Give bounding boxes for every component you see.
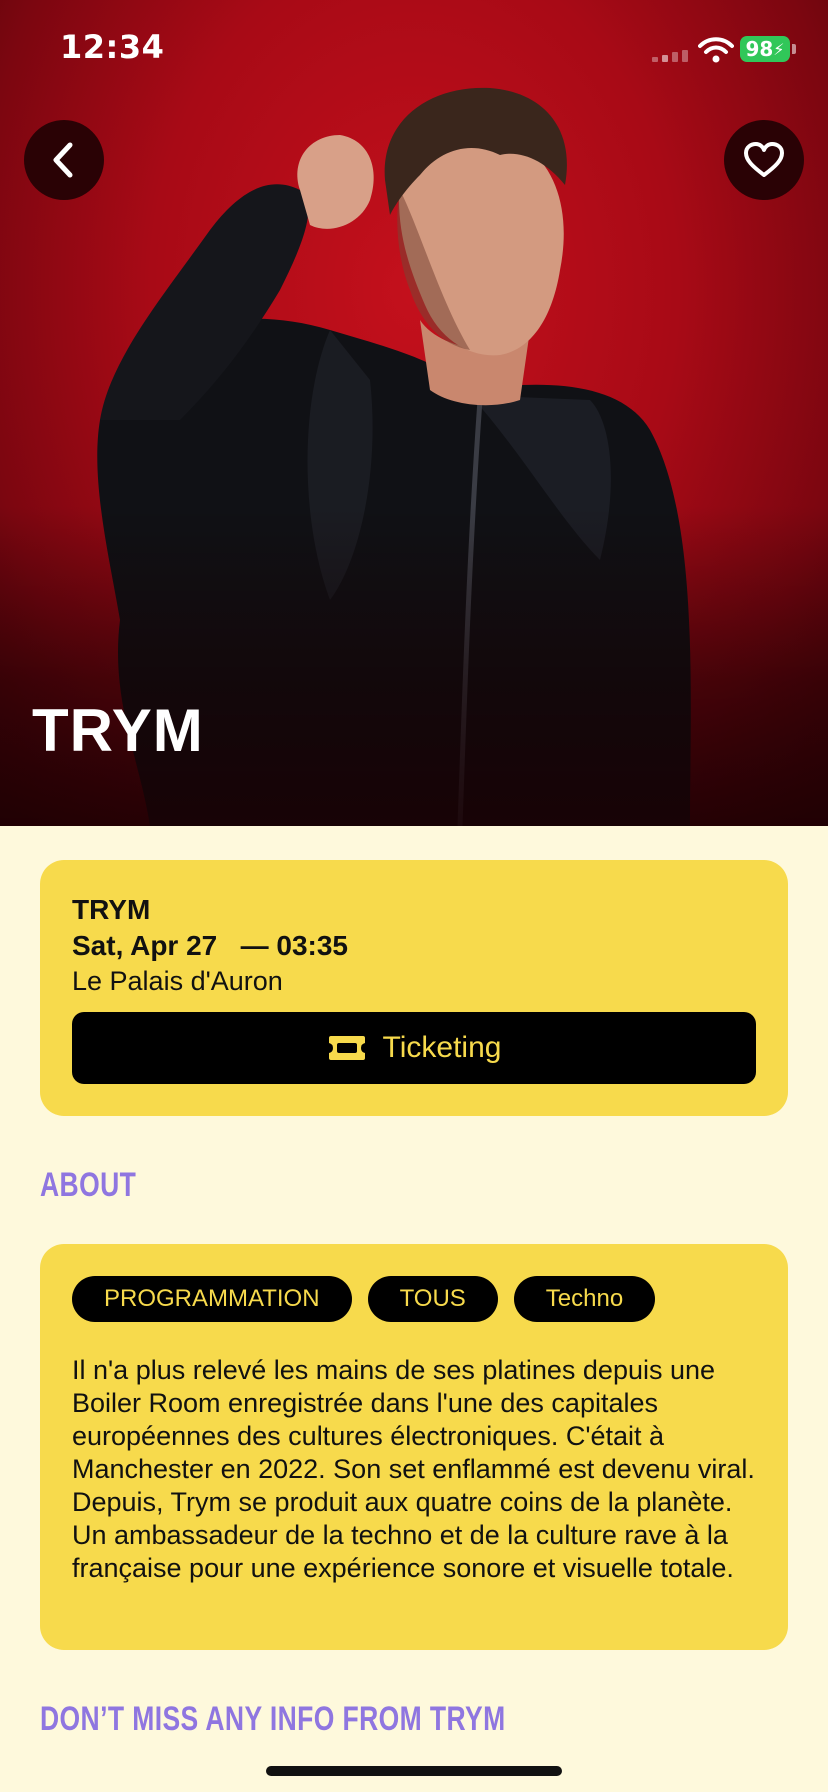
- tag-techno[interactable]: Techno: [513, 1276, 656, 1322]
- battery-indicator: 98 ⚡: [740, 36, 790, 62]
- tag-tous[interactable]: TOUS: [367, 1276, 498, 1322]
- event-card: TRYM Sat, Apr 27 — 03:35 Le Palais d'Aur…: [40, 860, 788, 1116]
- cellular-signal-icon: [652, 50, 690, 62]
- ticketing-button[interactable]: Ticketing: [72, 1012, 756, 1084]
- battery-tip: [792, 44, 796, 54]
- chevron-left-icon: [53, 142, 73, 178]
- favorite-button[interactable]: [724, 120, 804, 200]
- wifi-icon: [698, 37, 734, 63]
- hero-gradient: [0, 506, 828, 826]
- ticket-icon: [328, 1036, 365, 1060]
- artist-title: TRYM: [32, 697, 204, 764]
- event-date: Sat, Apr 27: [72, 930, 218, 961]
- heart-icon: [744, 142, 784, 177]
- battery-level: 98: [745, 37, 774, 61]
- about-heading: ABOUT: [40, 1166, 137, 1204]
- status-time: 12:34: [60, 28, 165, 66]
- event-venue: Le Palais d'Auron: [72, 966, 283, 996]
- charging-icon: ⚡: [773, 39, 785, 59]
- event-name: TRYM: [72, 894, 151, 925]
- tag-programmation[interactable]: PROGRAMMATION: [72, 1276, 352, 1322]
- news-heading: DON’T MISS ANY INFO FROM TRYM: [40, 1700, 506, 1738]
- ticketing-label: Ticketing: [382, 1031, 502, 1064]
- event-datetime: Sat, Apr 27 — 03:35: [72, 930, 348, 962]
- tag-list: PROGRAMMATION TOUS Techno: [72, 1276, 656, 1322]
- home-indicator[interactable]: [266, 1766, 562, 1776]
- status-bar: 12:34 98 ⚡: [0, 0, 828, 100]
- artist-hero-image: 12:34 98 ⚡ TRYM: [0, 0, 828, 826]
- about-card: PROGRAMMATION TOUS Techno Il n'a plus re…: [40, 1244, 788, 1650]
- back-button[interactable]: [24, 120, 104, 200]
- event-time: — 03:35: [240, 930, 348, 961]
- about-description: Il n'a plus relevé les mains de ses plat…: [72, 1355, 755, 1583]
